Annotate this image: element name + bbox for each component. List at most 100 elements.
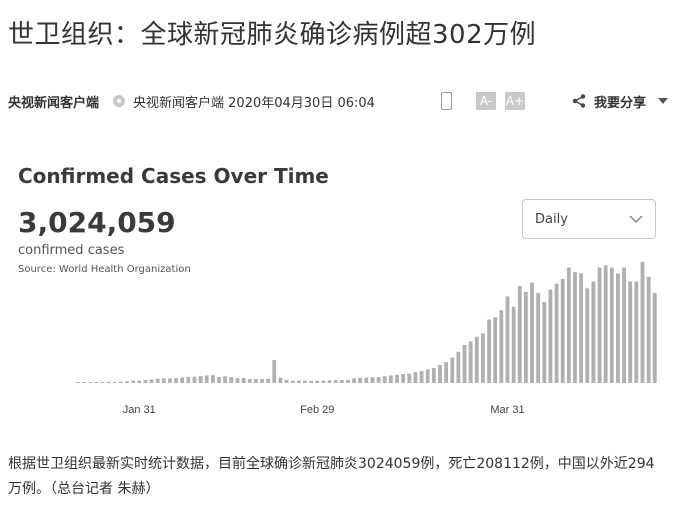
chart-bar — [168, 378, 172, 383]
chart-bar — [395, 374, 399, 383]
chart-bar — [229, 377, 234, 383]
chart-bar — [315, 380, 320, 383]
chart-bar — [616, 273, 620, 383]
chart-bar — [450, 357, 455, 383]
chart-bar — [100, 382, 105, 383]
chart-bar — [76, 382, 80, 383]
chart-widget: Confirmed Cases Over Time 3,024,059 conf… — [8, 150, 668, 428]
chart-bar — [622, 267, 626, 383]
chart-bar — [296, 380, 301, 383]
chart-bar — [487, 319, 491, 383]
chart-bar — [388, 375, 393, 383]
chart-bar — [118, 381, 123, 383]
chart-bar — [554, 283, 559, 383]
chart-bar — [278, 377, 283, 383]
font-increase-button[interactable]: A+ — [504, 92, 525, 110]
chart-bar — [321, 380, 326, 383]
chart-bar — [542, 302, 547, 383]
chart-bar — [462, 344, 467, 383]
chart-bar — [217, 377, 221, 383]
chart-bar — [358, 377, 363, 383]
chart-bar — [511, 306, 516, 383]
chart-bar — [272, 359, 277, 383]
chart-bar — [585, 288, 590, 383]
chart-bar — [444, 362, 449, 383]
chart-bar — [247, 378, 252, 383]
chart-bar — [438, 364, 442, 383]
chart-bar — [376, 377, 381, 383]
chart-bar — [652, 292, 657, 383]
chart-bar — [155, 378, 160, 383]
share-icon — [572, 94, 586, 108]
source-name[interactable]: 央视新闻客户端 — [8, 92, 99, 111]
article-tools: A- A+ 我要分享 — [440, 92, 668, 111]
chart-bar — [382, 376, 387, 383]
chart-bar — [505, 296, 510, 383]
chart-bar — [143, 380, 148, 383]
chart-bar — [94, 382, 99, 383]
chart-bar — [192, 376, 197, 383]
chart-bar — [523, 291, 528, 383]
chart-bar — [284, 379, 289, 383]
chart-bar — [137, 380, 142, 383]
chart-bar — [364, 377, 369, 383]
chart-bar — [309, 380, 313, 383]
chart-bar — [339, 380, 344, 383]
chart-bar — [560, 279, 565, 383]
chart-bar — [223, 376, 228, 383]
chart-bar — [517, 286, 522, 383]
chart-bar — [149, 379, 154, 383]
chart-bar — [327, 380, 332, 383]
chart-bar — [573, 272, 577, 383]
chart-bar — [211, 375, 215, 383]
chart-bar — [180, 377, 185, 383]
chart-bar — [579, 273, 584, 383]
article-meta-bar: 央视新闻客户端 央视新闻客户端 2020年04月30日 06:04 A- A+ … — [8, 88, 668, 114]
chart-bar — [597, 267, 602, 383]
chart-bar — [346, 379, 350, 383]
mobile-phone-icon[interactable] — [440, 92, 452, 110]
chart-bar — [609, 267, 614, 383]
chart-bar — [174, 378, 178, 383]
x-tick-label: Jan 31 — [123, 404, 156, 416]
chart-bar — [131, 380, 136, 383]
chart-bar — [204, 375, 209, 383]
chart-bar — [474, 336, 479, 383]
source-dot-icon — [113, 95, 126, 107]
x-tick-label: Mar 31 — [490, 404, 524, 416]
chart-bar — [407, 373, 412, 383]
share-menu-button[interactable]: 我要分享 — [572, 92, 668, 111]
chart-bar — [493, 317, 498, 383]
chart-bar — [235, 378, 240, 383]
chart-bar — [566, 267, 571, 383]
chart-bar — [456, 351, 461, 383]
chart-bar — [253, 378, 258, 383]
chart-bar — [481, 333, 485, 383]
share-label: 我要分享 — [593, 95, 646, 111]
x-tick-label: Feb 29 — [300, 404, 334, 416]
chart-bar — [333, 380, 338, 383]
chart-bar — [468, 341, 473, 383]
chart-bar — [536, 292, 541, 383]
chart-bar — [82, 382, 86, 383]
chart-bar — [106, 382, 111, 383]
chart-bar — [640, 261, 645, 383]
chart-bar — [425, 369, 430, 383]
chart-bar — [88, 382, 93, 383]
chart-bar — [499, 310, 504, 383]
chart-bar — [198, 376, 203, 383]
article-body-text: 根据世卫组织最新实时统计数据，目前全球确诊新冠肺炎3024059例，死亡2081… — [8, 456, 655, 497]
chart-bar — [112, 381, 117, 383]
chart-bar — [370, 377, 375, 383]
chart-bar — [352, 378, 356, 383]
chart-bar — [431, 367, 436, 383]
chart-bar — [548, 289, 553, 383]
font-decrease-button[interactable]: A- — [475, 92, 496, 110]
chart-bar — [634, 281, 639, 383]
chart-bar — [603, 265, 608, 383]
chart-bar — [419, 371, 424, 383]
chart-bar — [161, 378, 166, 383]
chart-bar — [413, 372, 418, 383]
chart-bar — [401, 373, 406, 383]
chart-bar — [125, 381, 129, 383]
